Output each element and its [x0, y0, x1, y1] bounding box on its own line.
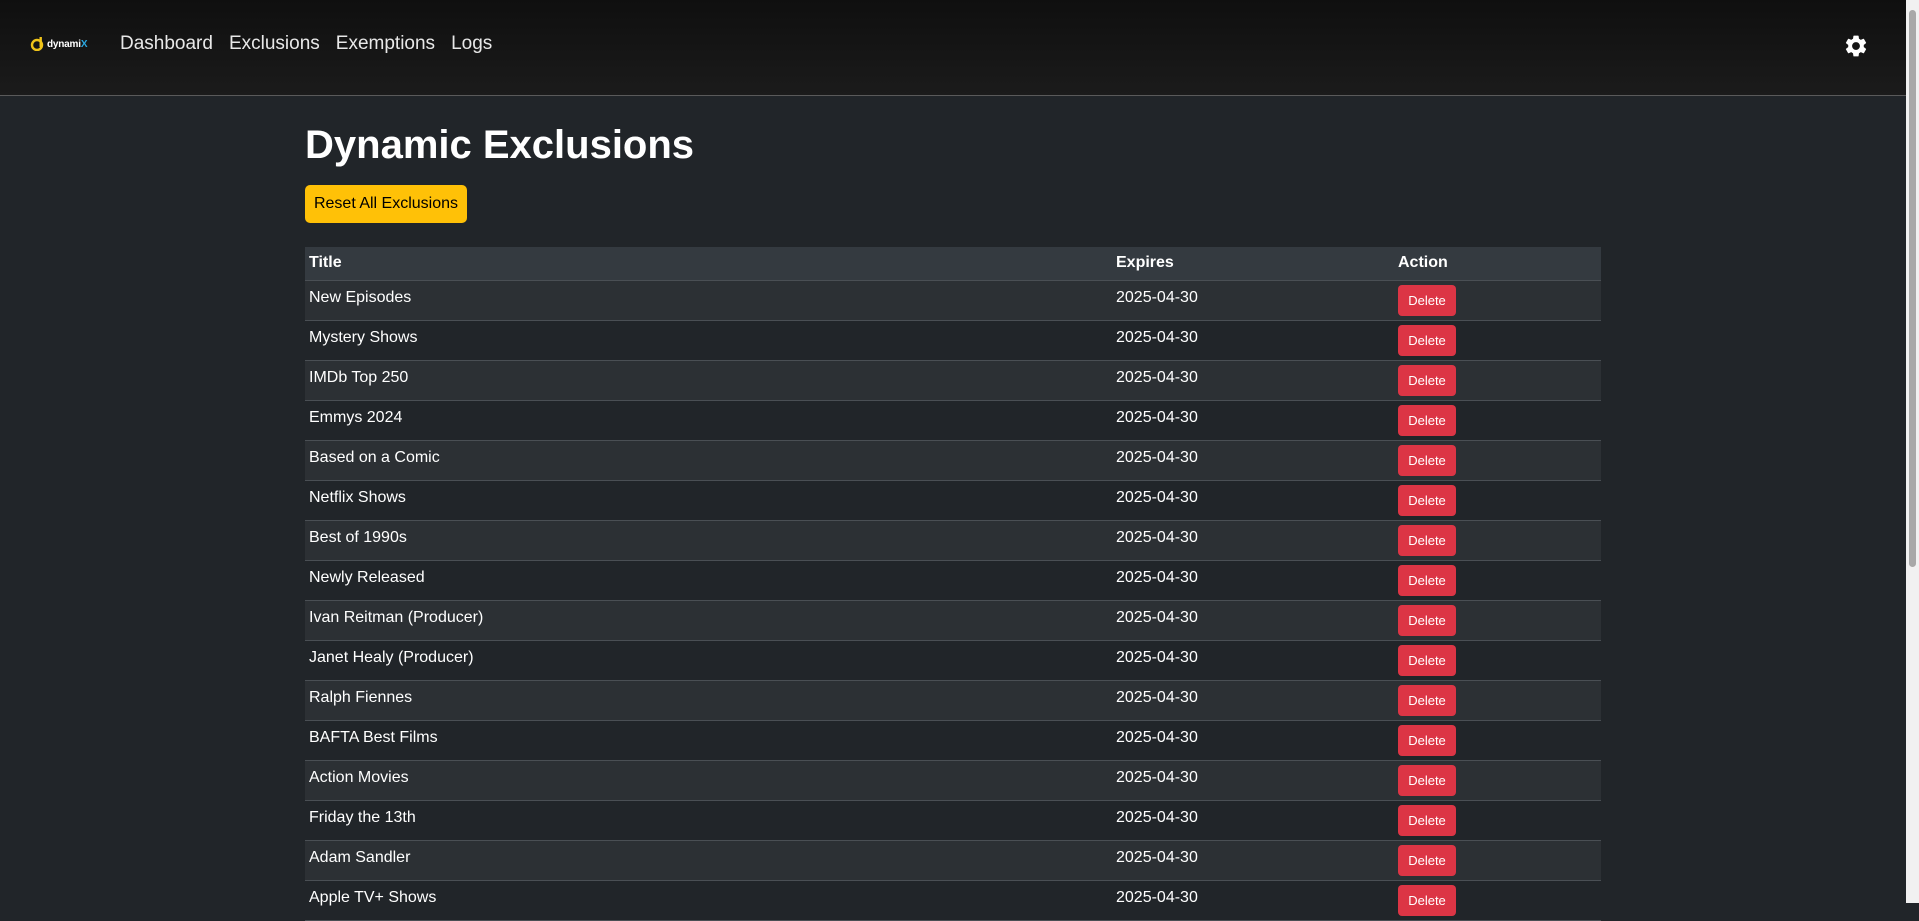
table-header-row: Title Expires Action	[305, 247, 1601, 281]
table-row: Netflix Shows 2025-04-30 Delete	[305, 480, 1601, 521]
row-expires: 2025-04-30	[1112, 560, 1394, 601]
row-expires: 2025-04-30	[1112, 640, 1394, 681]
row-expires: 2025-04-30	[1112, 760, 1394, 801]
column-header-expires: Expires	[1112, 247, 1394, 281]
row-action: Delete	[1394, 560, 1601, 601]
delete-button[interactable]: Delete	[1398, 364, 1456, 396]
row-action: Delete	[1394, 840, 1601, 881]
row-expires: 2025-04-30	[1112, 680, 1394, 721]
row-title: Apple TV+ Shows	[305, 880, 1112, 921]
delete-button[interactable]: Delete	[1398, 444, 1456, 476]
row-title: Friday the 13th	[305, 800, 1112, 841]
row-action: Delete	[1394, 440, 1601, 481]
app-logo[interactable]: dynamiX	[30, 35, 88, 53]
delete-button[interactable]: Delete	[1398, 764, 1456, 796]
delete-button[interactable]: Delete	[1398, 324, 1456, 356]
row-title: Ivan Reitman (Producer)	[305, 600, 1112, 641]
row-action: Delete	[1394, 680, 1601, 721]
delete-button[interactable]: Delete	[1398, 484, 1456, 516]
gear-icon[interactable]	[1843, 33, 1869, 59]
row-expires: 2025-04-30	[1112, 600, 1394, 641]
row-expires: 2025-04-30	[1112, 840, 1394, 881]
table-row: Adam Sandler 2025-04-30 Delete	[305, 840, 1601, 881]
row-action: Delete	[1394, 280, 1601, 321]
top-navbar: dynamiX Dashboard Exclusions Exemptions …	[0, 0, 1906, 96]
table-row: IMDb Top 250 2025-04-30 Delete	[305, 360, 1601, 401]
row-expires: 2025-04-30	[1112, 520, 1394, 561]
table-row: Mystery Shows 2025-04-30 Delete	[305, 320, 1601, 361]
delete-button[interactable]: Delete	[1398, 684, 1456, 716]
row-action: Delete	[1394, 720, 1601, 761]
row-action: Delete	[1394, 880, 1601, 921]
page-scrollbar[interactable]	[1906, 0, 1919, 903]
row-title: Ralph Fiennes	[305, 680, 1112, 721]
table-row: Apple TV+ Shows 2025-04-30 Delete	[305, 880, 1601, 921]
column-header-action: Action	[1394, 247, 1601, 281]
table-row: BAFTA Best Films 2025-04-30 Delete	[305, 720, 1601, 761]
row-action: Delete	[1394, 480, 1601, 521]
row-title: Action Movies	[305, 760, 1112, 801]
row-title: New Episodes	[305, 280, 1112, 321]
table-row: Ralph Fiennes 2025-04-30 Delete	[305, 680, 1601, 721]
delete-button[interactable]: Delete	[1398, 804, 1456, 836]
row-action: Delete	[1394, 600, 1601, 641]
row-expires: 2025-04-30	[1112, 360, 1394, 401]
row-expires: 2025-04-30	[1112, 480, 1394, 521]
reset-all-exclusions-button[interactable]: Reset All Exclusions	[305, 185, 467, 223]
row-expires: 2025-04-30	[1112, 880, 1394, 921]
page-title: Dynamic Exclusions	[305, 123, 695, 167]
table-row: Emmys 2024 2025-04-30 Delete	[305, 400, 1601, 441]
exclusions-table: Title Expires Action New Episodes 2025-04…	[305, 247, 1601, 921]
table-row: Action Movies 2025-04-30 Delete	[305, 760, 1601, 801]
row-action: Delete	[1394, 400, 1601, 441]
row-title: Newly Released	[305, 560, 1112, 601]
nav-links: Dashboard Exclusions Exemptions Logs	[120, 33, 492, 55]
nav-link-exclusions[interactable]: Exclusions	[229, 33, 320, 55]
delete-button[interactable]: Delete	[1398, 884, 1456, 916]
row-expires: 2025-04-30	[1112, 400, 1394, 441]
scrollbar-thumb[interactable]	[1909, 10, 1916, 567]
delete-button[interactable]: Delete	[1398, 404, 1456, 436]
row-expires: 2025-04-30	[1112, 720, 1394, 761]
row-action: Delete	[1394, 800, 1601, 841]
delete-button[interactable]: Delete	[1398, 524, 1456, 556]
table-row: Friday the 13th 2025-04-30 Delete	[305, 800, 1601, 841]
row-title: Janet Healy (Producer)	[305, 640, 1112, 681]
column-header-title: Title	[305, 247, 1112, 281]
delete-button[interactable]: Delete	[1398, 644, 1456, 676]
row-expires: 2025-04-30	[1112, 280, 1394, 321]
logo-text: dynamiX	[47, 38, 88, 50]
row-action: Delete	[1394, 760, 1601, 801]
table-row: Newly Released 2025-04-30 Delete	[305, 560, 1601, 601]
table-row: New Episodes 2025-04-30 Delete	[305, 280, 1601, 321]
row-title: Emmys 2024	[305, 400, 1112, 441]
row-action: Delete	[1394, 520, 1601, 561]
row-expires: 2025-04-30	[1112, 800, 1394, 841]
delete-button[interactable]: Delete	[1398, 284, 1456, 316]
row-title: Based on a Comic	[305, 440, 1112, 481]
table-row: Janet Healy (Producer) 2025-04-30 Delete	[305, 640, 1601, 681]
delete-button[interactable]: Delete	[1398, 844, 1456, 876]
table-row: Based on a Comic 2025-04-30 Delete	[305, 440, 1601, 481]
row-expires: 2025-04-30	[1112, 440, 1394, 481]
nav-link-logs[interactable]: Logs	[451, 33, 492, 55]
row-title: IMDb Top 250	[305, 360, 1112, 401]
delete-button[interactable]: Delete	[1398, 724, 1456, 756]
delete-button[interactable]: Delete	[1398, 604, 1456, 636]
row-action: Delete	[1394, 360, 1601, 401]
table-row: Best of 1990s 2025-04-30 Delete	[305, 520, 1601, 561]
row-title: Mystery Shows	[305, 320, 1112, 361]
logo-mark-icon	[30, 37, 44, 51]
row-title: BAFTA Best Films	[305, 720, 1112, 761]
row-expires: 2025-04-30	[1112, 320, 1394, 361]
row-title: Best of 1990s	[305, 520, 1112, 561]
row-title: Netflix Shows	[305, 480, 1112, 521]
row-title: Adam Sandler	[305, 840, 1112, 881]
nav-link-exemptions[interactable]: Exemptions	[336, 33, 435, 55]
delete-button[interactable]: Delete	[1398, 564, 1456, 596]
table-row: Ivan Reitman (Producer) 2025-04-30 Delete	[305, 600, 1601, 641]
row-action: Delete	[1394, 640, 1601, 681]
row-action: Delete	[1394, 320, 1601, 361]
nav-link-dashboard[interactable]: Dashboard	[120, 33, 213, 55]
